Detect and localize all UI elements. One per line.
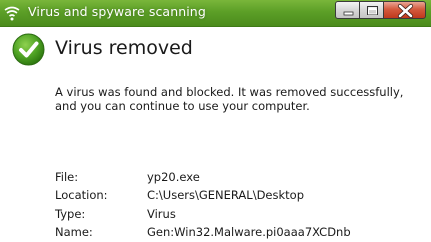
window-title: Virus and spyware scanning	[28, 4, 206, 19]
close-icon	[397, 3, 414, 19]
green-checkmark-icon	[12, 33, 45, 66]
type-value: Virus	[147, 207, 176, 221]
type-label: Type:	[55, 207, 86, 221]
name-value: Gen:Win32.Malware.pi0aaa7XCDnb	[147, 225, 351, 239]
scan-result-window: Virus and spyware scanning Virus removed…	[0, 0, 431, 242]
file-value: yp20.exe	[147, 170, 200, 184]
close-button[interactable]	[383, 1, 426, 19]
title-bar[interactable]: Virus and spyware scanning	[0, 0, 431, 27]
minimize-icon	[343, 11, 354, 16]
location-value: C:\Users\GENERAL\Desktop	[147, 188, 305, 202]
maximize-icon	[367, 6, 378, 15]
minimize-button[interactable]	[335, 1, 360, 19]
location-label: Location:	[55, 188, 108, 202]
green-shield-wave-icon	[3, 4, 21, 22]
result-heading: Virus removed	[55, 37, 193, 59]
maximize-button[interactable]	[359, 1, 384, 19]
result-message: A virus was found and blocked. It was re…	[55, 85, 404, 113]
file-label: File:	[55, 170, 79, 184]
name-label: Name:	[55, 225, 93, 239]
